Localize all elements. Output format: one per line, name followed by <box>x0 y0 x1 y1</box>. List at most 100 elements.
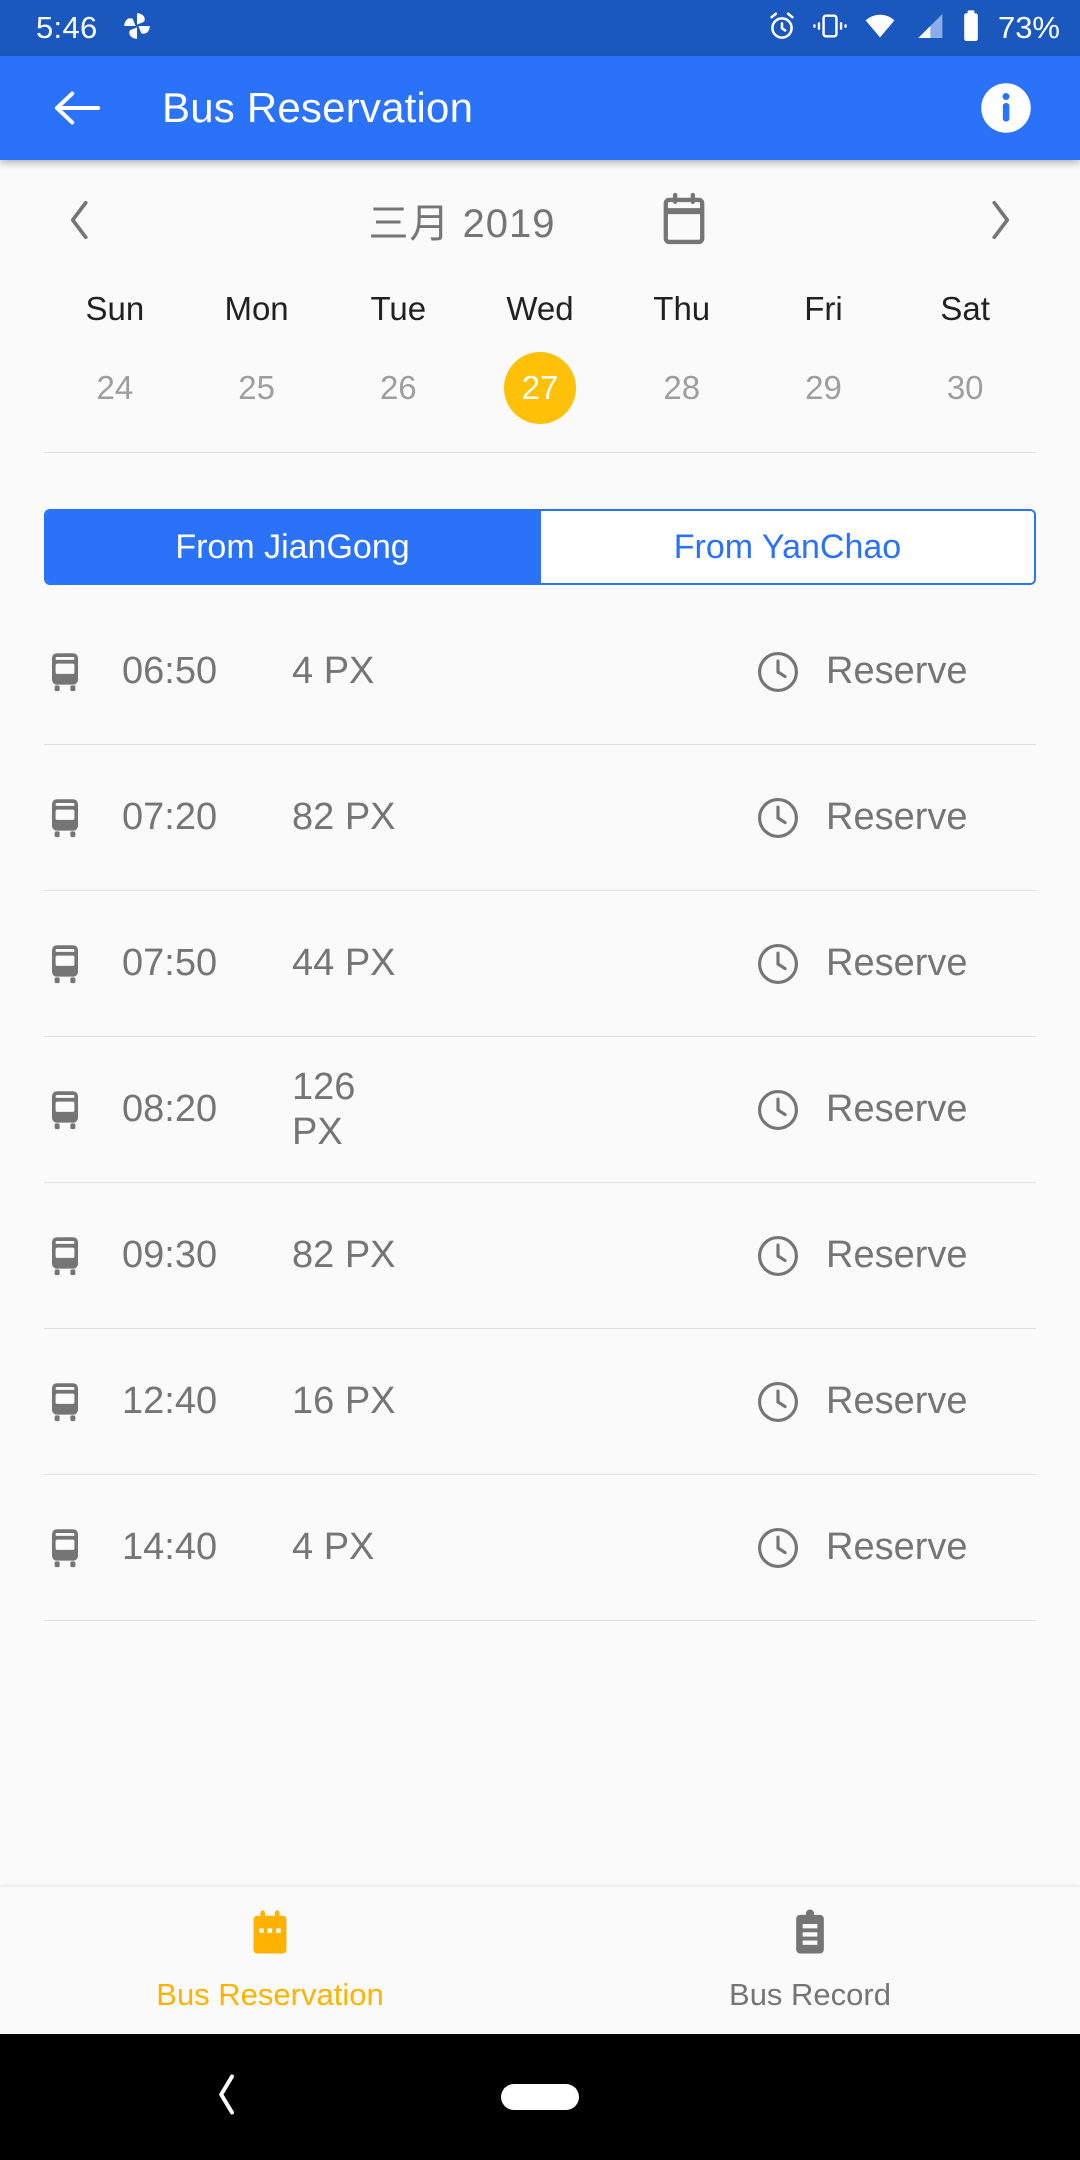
reserve-button[interactable]: Reserve <box>826 1088 1036 1131</box>
calendar-day-name: Tue <box>370 290 427 327</box>
reserve-button[interactable]: Reserve <box>826 1526 1036 1569</box>
calendar-header: 三月 2019 <box>44 160 1036 280</box>
calendar-strip: 三月 2019 Sun Mon Tue Wed Thu Fri Sat 24 2… <box>0 160 1080 424</box>
bus-icon <box>44 795 122 841</box>
android-nav-bar <box>0 2034 1080 2160</box>
table-row[interactable]: 06:50 4 PX Reserve <box>44 599 1036 745</box>
direction-toggle: From JianGong From YanChao <box>44 509 1036 585</box>
tab-from-yanchao[interactable]: From YanChao <box>539 511 1034 583</box>
calendar-date-selected[interactable]: 27 <box>504 352 577 424</box>
app-root: 5:46 73% Bus Reservation 三月 2019 Sun Mon… <box>0 0 1080 2160</box>
calendar-date[interactable]: 30 <box>929 352 1001 424</box>
battery-percent: 73% <box>997 10 1060 45</box>
seat-count: 126 PX <box>292 1065 356 1153</box>
table-row[interactable]: 08:20 126 PX Reserve <box>44 1037 1036 1183</box>
content-area: 三月 2019 Sun Mon Tue Wed Thu Fri Sat 24 2… <box>0 160 1080 1886</box>
calendar-icon <box>246 1908 294 1965</box>
calendar-prev-button[interactable] <box>50 190 110 250</box>
calendar-date-cell: 28 <box>611 352 753 424</box>
wifi-icon <box>862 10 898 47</box>
departure-time: 07:20 <box>122 796 218 838</box>
calendar-month-year: 三月 2019 <box>368 202 556 246</box>
seat-count: 44 PX <box>292 942 396 985</box>
seat-count: 4 PX <box>292 1526 375 1569</box>
calendar-day-name: Fri <box>804 290 843 327</box>
table-row[interactable]: 09:30 82 PX Reserve <box>44 1183 1036 1329</box>
tab-from-jiangong[interactable]: From JianGong <box>46 511 539 583</box>
table-row[interactable]: 12:40 16 PX Reserve <box>44 1329 1036 1475</box>
calendar-divider <box>44 452 1036 453</box>
direction-toggle-wrap: From JianGong From YanChao <box>0 509 1080 585</box>
clock-icon <box>730 1087 826 1133</box>
calendar-date-cell: 25 <box>186 352 328 424</box>
bus-icon <box>44 649 122 695</box>
status-bar-right: 73% <box>766 9 1060 48</box>
nav-home-pill[interactable] <box>501 2084 579 2110</box>
calendar-day-name: Sat <box>940 290 990 327</box>
bus-icon <box>44 1087 122 1133</box>
nav-label-bus-record: Bus Record <box>729 1977 891 2012</box>
departure-time: 12:40 <box>122 1380 218 1422</box>
clipboard-icon <box>788 1908 832 1965</box>
departure-time: 07:50 <box>122 942 218 984</box>
calendar-day-name: Wed <box>506 290 574 327</box>
calendar-date[interactable]: 25 <box>221 352 293 424</box>
bus-icon <box>44 1379 122 1425</box>
calendar-day-name: Thu <box>653 290 711 327</box>
back-button[interactable] <box>46 77 108 139</box>
calendar-date-cell: 24 <box>44 352 186 424</box>
status-time: 5:46 <box>36 10 98 45</box>
clock-icon <box>730 649 826 695</box>
reserve-button[interactable]: Reserve <box>826 1234 1036 1277</box>
nav-item-bus-reservation[interactable]: Bus Reservation <box>0 1908 540 2013</box>
nav-item-bus-record[interactable]: Bus Record <box>540 1908 1080 2013</box>
seat-count: 16 PX <box>292 1380 396 1423</box>
table-row[interactable]: 14:40 4 PX Reserve <box>44 1475 1036 1621</box>
reserve-button[interactable]: Reserve <box>826 1380 1036 1423</box>
seat-count: 4 PX <box>292 650 375 693</box>
calendar-icon[interactable] <box>656 192 712 248</box>
calendar-date-cell: 30 <box>894 352 1036 424</box>
table-row[interactable]: 07:50 44 PX Reserve <box>44 891 1036 1037</box>
bus-icon <box>44 1233 122 1279</box>
calendar-next-button[interactable] <box>970 190 1030 250</box>
departure-time: 14:40 <box>122 1526 218 1568</box>
bus-icon <box>44 941 122 987</box>
app-bar: Bus Reservation <box>0 56 1080 160</box>
info-button[interactable] <box>974 76 1038 140</box>
reserve-button[interactable]: Reserve <box>826 650 1036 693</box>
nav-label-bus-reservation: Bus Reservation <box>156 1977 384 2012</box>
departure-time: 06:50 <box>122 650 218 692</box>
nav-back-icon[interactable] <box>214 2073 240 2122</box>
signal-icon <box>912 10 946 47</box>
clock-icon <box>730 1525 826 1571</box>
calendar-date[interactable]: 28 <box>646 352 718 424</box>
clock-icon <box>730 1379 826 1425</box>
status-bar: 5:46 73% <box>0 0 1080 56</box>
calendar-date[interactable]: 26 <box>362 352 434 424</box>
calendar-title-group: 三月 2019 <box>110 191 970 249</box>
calendar-day-name: Mon <box>224 290 289 327</box>
calendar-date-cell: 27 <box>469 352 611 424</box>
calendar-date-cell: 26 <box>327 352 469 424</box>
battery-icon <box>960 9 982 48</box>
clock-icon <box>730 795 826 841</box>
status-bar-left: 5:46 <box>36 9 154 48</box>
calendar-dates-row: 24 25 26 27 28 29 30 <box>44 352 1036 424</box>
calendar-day-name: Sun <box>85 290 145 327</box>
reserve-button[interactable]: Reserve <box>826 796 1036 839</box>
bus-list: 06:50 4 PX Reserve 07:20 82 PX Reserve 0… <box>0 599 1080 1886</box>
calendar-date[interactable]: 29 <box>787 352 859 424</box>
calendar-day-names: Sun Mon Tue Wed Thu Fri Sat <box>44 290 1036 328</box>
bottom-navigation: Bus Reservation Bus Record <box>0 1886 1080 2034</box>
alarm-icon <box>766 10 798 47</box>
calendar-date[interactable]: 24 <box>79 352 151 424</box>
reserve-button[interactable]: Reserve <box>826 942 1036 985</box>
table-row[interactable]: 07:20 82 PX Reserve <box>44 745 1036 891</box>
seat-count: 82 PX <box>292 796 396 839</box>
bus-icon <box>44 1525 122 1571</box>
clock-icon <box>730 1233 826 1279</box>
departure-time: 08:20 <box>122 1088 218 1130</box>
seat-count: 82 PX <box>292 1234 396 1277</box>
clock-icon <box>730 941 826 987</box>
